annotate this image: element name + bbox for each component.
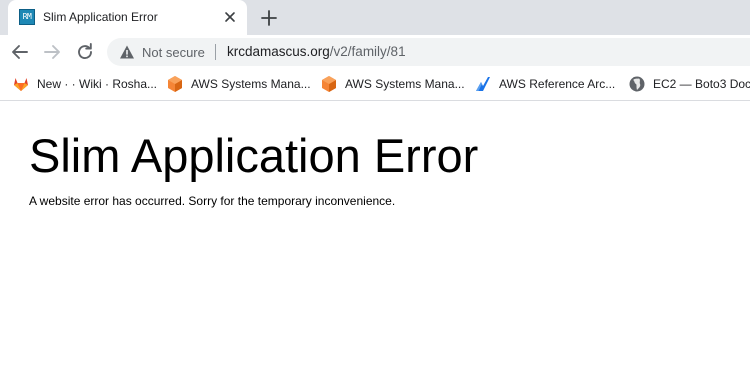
- aws-reference-icon: [476, 77, 490, 91]
- globe-icon: [629, 76, 645, 92]
- url-path: /v2/family/81: [329, 44, 406, 59]
- tab-title: Slim Application Error: [43, 10, 158, 24]
- bookmarks-bar: New · · Wiki · Rosha... AWS Systems Mana…: [0, 69, 750, 101]
- bookmark-label: EC2 — Boto3 Docs: [653, 77, 750, 91]
- tab-active[interactable]: RM Slim Application Error: [8, 0, 247, 35]
- omnibox-divider: [215, 44, 216, 60]
- page-content: Slim Application Error A website error h…: [0, 101, 750, 382]
- back-arrow-icon[interactable]: [9, 41, 31, 63]
- bookmark-label: New · · Wiki · Rosha...: [37, 77, 158, 91]
- bookmark-label: AWS Systems Mana...: [345, 77, 465, 91]
- page-title: Slim Application Error: [29, 129, 479, 182]
- url-host: krcdamascus.org: [227, 44, 330, 59]
- reload-icon[interactable]: [74, 41, 96, 63]
- url-text[interactable]: krcdamascus.org/v2/family/81: [227, 44, 406, 59]
- toolbar: Not secure krcdamascus.org/v2/family/81: [0, 35, 750, 69]
- gitlab-icon: [14, 78, 28, 91]
- address-bar[interactable]: Not secure krcdamascus.org/v2/family/81: [107, 38, 750, 66]
- new-tab-icon[interactable]: [259, 8, 279, 28]
- security-status-label[interactable]: Not secure: [142, 45, 205, 60]
- tab-favicon-icon: RM: [19, 9, 35, 25]
- bookmark-label: AWS Systems Mana...: [191, 77, 311, 91]
- forward-arrow-icon[interactable]: [41, 41, 63, 63]
- aws-cube-icon: [168, 76, 182, 92]
- bookmark-label: AWS Reference Arc...: [499, 77, 616, 91]
- browser-window: RM Slim Application Error Not secure krc…: [0, 0, 750, 382]
- tab-strip: RM Slim Application Error: [0, 0, 750, 35]
- error-message: A website error has occurred. Sorry for …: [29, 194, 396, 208]
- warning-icon[interactable]: [119, 44, 135, 60]
- close-icon[interactable]: [222, 9, 238, 25]
- aws-cube-icon: [322, 76, 336, 92]
